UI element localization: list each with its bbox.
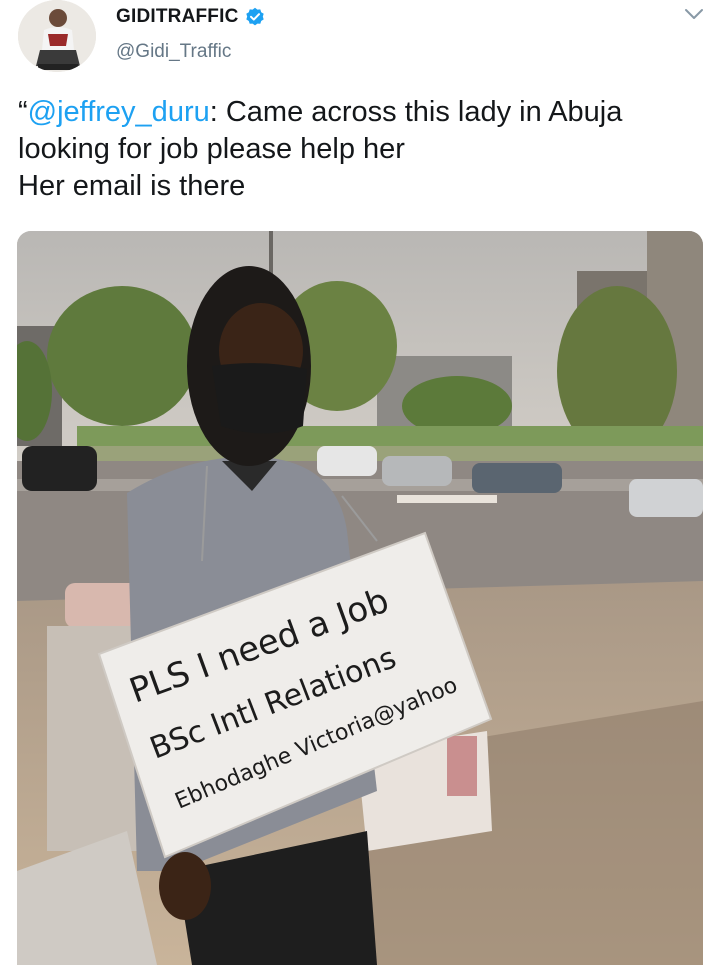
name-row: GIDITRAFFIC (116, 6, 265, 28)
author-block: GIDITRAFFIC @Gidi_Traffic (116, 6, 265, 63)
avatar[interactable] (18, 0, 96, 72)
chevron-down-icon[interactable] (683, 6, 705, 22)
handle[interactable]: @Gidi_Traffic (116, 41, 265, 63)
tweet-line-3: Her email is there (18, 170, 246, 202)
verified-badge-icon (245, 7, 265, 27)
mention-link[interactable]: @jeffrey_duru (28, 96, 210, 128)
tweet-text: “@jeffrey_duru: Came across this lady in… (18, 94, 698, 205)
quote-mark: “ (18, 96, 28, 128)
tweet-line-1: “@jeffrey_duru: Came across this lady in… (18, 94, 698, 131)
tweet-line-1-text: : Came across this lady in Abuja (209, 96, 623, 128)
tweet-photo[interactable]: PLS I need a Job BSc Intl Relations Ebho… (17, 231, 703, 965)
display-name[interactable]: GIDITRAFFIC (116, 6, 239, 28)
tweet-card: GIDITRAFFIC @Gidi_Traffic “@jeffrey_duru… (0, 0, 720, 965)
tweet-line-2: looking for job please help her (18, 133, 405, 165)
